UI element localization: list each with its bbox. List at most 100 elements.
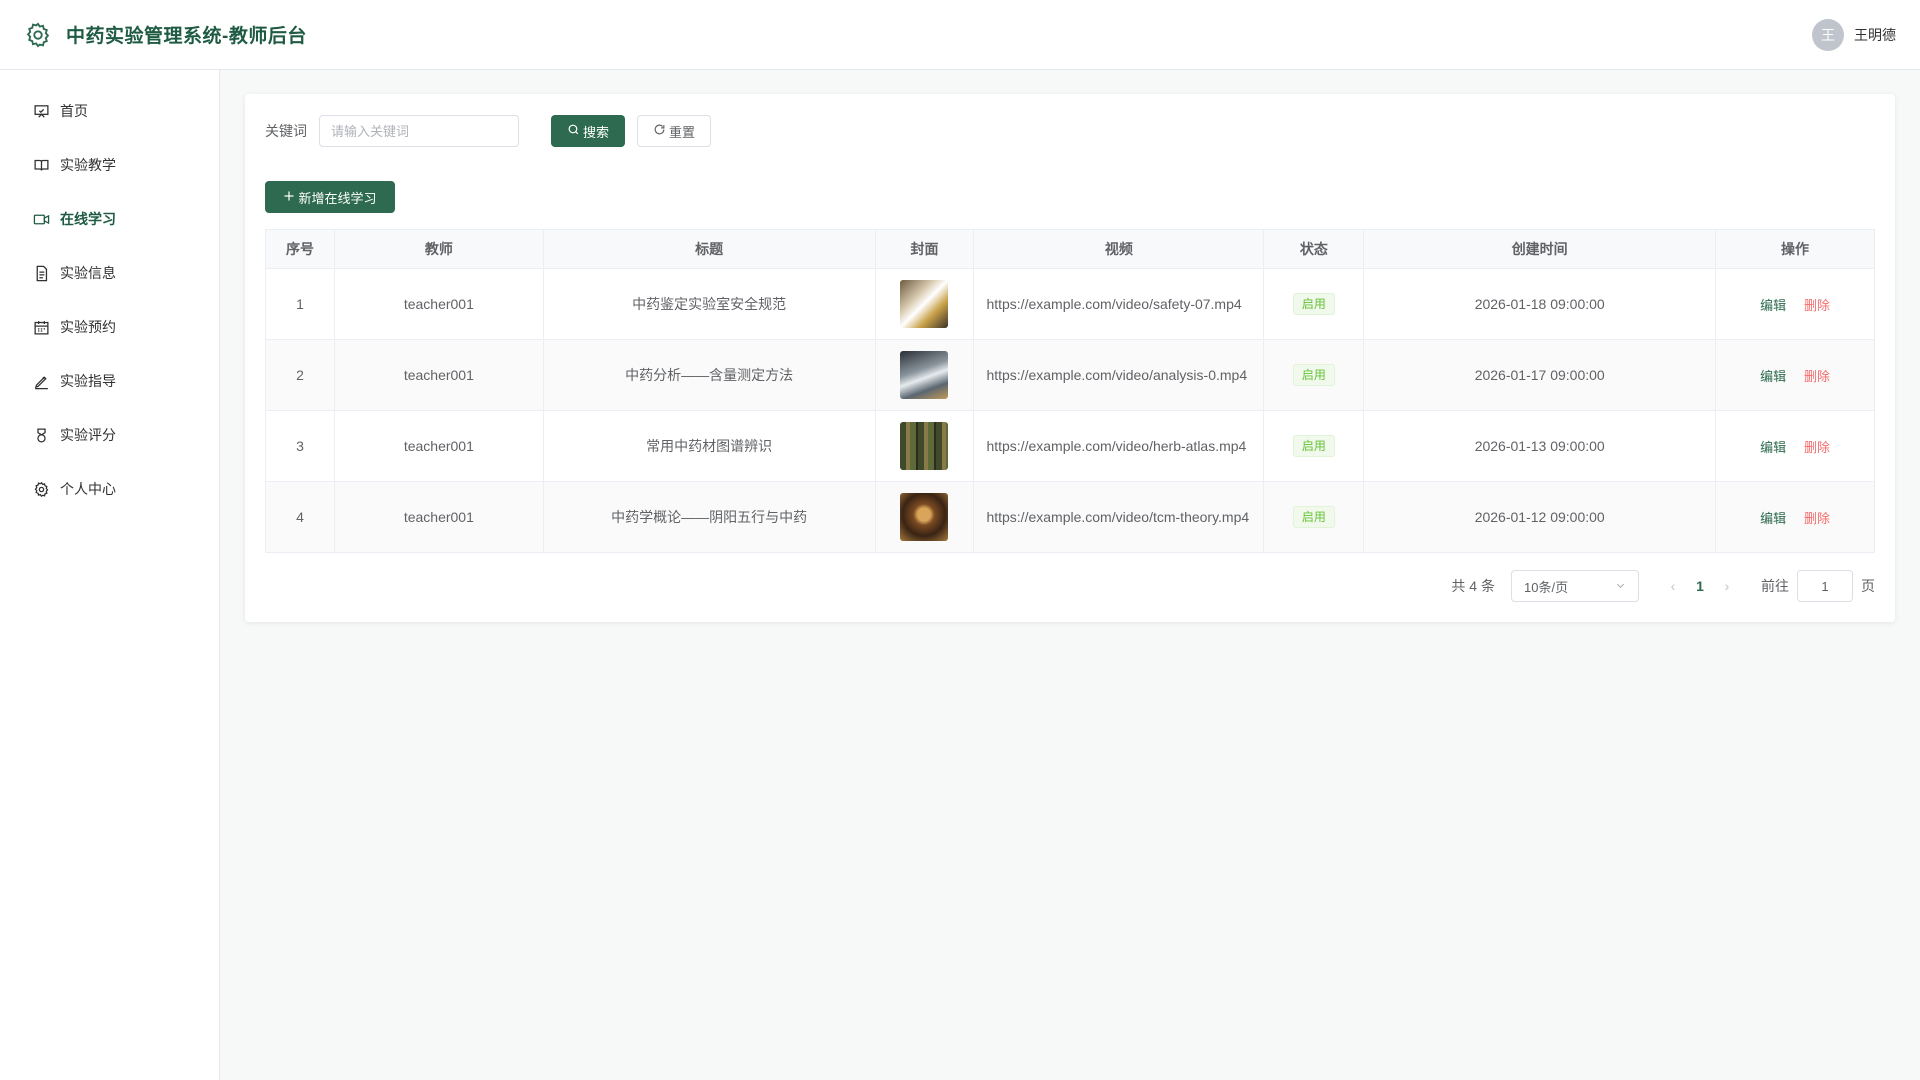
row-actions: 编辑 删除	[1715, 481, 1875, 553]
reset-button-label: 重置	[668, 124, 695, 140]
chevron-right-icon: ›	[1724, 578, 1730, 594]
sidebar-item-label: 实验预约	[60, 319, 116, 335]
row-teacher: teacher001	[333, 410, 544, 482]
cover-thumbnail[interactable]	[900, 422, 949, 470]
pagination-total: 共 4 条	[1451, 578, 1495, 594]
calendar-icon	[33, 319, 50, 336]
column-header: 序号	[265, 229, 335, 269]
row-cover-cell	[874, 339, 975, 411]
cover-thumbnail[interactable]	[900, 493, 949, 541]
page-number-current[interactable]: 1	[1683, 578, 1717, 594]
row-created-time: 2026-01-17 09:00:00	[1363, 339, 1717, 411]
row-title: 中药鉴定实验室安全规范	[542, 268, 876, 340]
goto-unit: 页	[1861, 578, 1875, 594]
prev-page-button[interactable]: ‹	[1663, 578, 1683, 594]
row-cover-cell	[874, 410, 975, 482]
delete-button[interactable]: 删除	[1804, 298, 1830, 313]
edit-button[interactable]: 编辑	[1760, 369, 1786, 384]
search-button[interactable]: 搜索	[551, 115, 625, 147]
row-status-cell: 启用	[1263, 481, 1365, 553]
status-badge: 启用	[1292, 364, 1335, 386]
search-bar: 关键词 搜索 重置	[265, 114, 1875, 148]
sidebar-item-label: 实验指导	[60, 373, 116, 389]
row-created-time: 2026-01-18 09:00:00	[1363, 268, 1717, 340]
row-title: 中药学概论——阴阳五行与中药	[542, 481, 876, 553]
edit-button[interactable]: 编辑	[1760, 511, 1786, 526]
row-title: 中药分析——含量测定方法	[542, 339, 876, 411]
row-status-cell: 启用	[1263, 410, 1365, 482]
cover-thumbnail[interactable]	[900, 280, 949, 328]
row-status-cell: 启用	[1263, 268, 1365, 340]
status-badge: 启用	[1292, 293, 1335, 315]
search-icon	[567, 123, 580, 139]
reset-button[interactable]: 重置	[637, 115, 711, 147]
status-badge: 启用	[1292, 435, 1335, 457]
row-actions: 编辑 删除	[1715, 410, 1875, 482]
row-video-url: https://example.com/video/herb-atlas.mp4	[973, 410, 1265, 482]
column-header: 封面	[874, 229, 975, 269]
plus-icon	[283, 190, 295, 205]
sidebar-item-label: 首页	[60, 103, 88, 119]
user-menu[interactable]: 王 王明德	[1812, 18, 1896, 51]
sidebar-item-label: 实验教学	[60, 157, 116, 173]
table-row: 3 teacher001 常用中药材图谱辨识 https://example.c…	[265, 410, 1875, 482]
sidebar-item-home[interactable]: 首页	[0, 84, 219, 138]
main-panel: 关键词 搜索 重置 新增在线学习 序号 教师	[245, 94, 1895, 622]
video-icon	[33, 211, 50, 228]
brand: 中药实验管理系统-教师后台	[24, 21, 307, 49]
sidebar-item-booking[interactable]: 实验预约	[0, 300, 219, 354]
gear-icon	[24, 21, 52, 49]
add-button-label: 新增在线学习	[298, 190, 377, 206]
search-button-label: 搜索	[582, 124, 609, 140]
keyword-label: 关键词	[265, 123, 307, 139]
row-status-cell: 启用	[1263, 339, 1365, 411]
delete-button[interactable]: 删除	[1804, 440, 1830, 455]
page-size-value: 10条/页	[1524, 579, 1569, 595]
column-header: 创建时间	[1363, 229, 1717, 269]
edit-button[interactable]: 编辑	[1760, 298, 1786, 313]
presentation-icon	[33, 103, 50, 120]
table-row: 2 teacher001 中药分析——含量测定方法 https://exampl…	[265, 339, 1875, 411]
row-teacher: teacher001	[333, 339, 544, 411]
sidebar-item-guidance[interactable]: 实验指导	[0, 354, 219, 408]
column-header: 视频	[973, 229, 1265, 269]
chevron-left-icon: ‹	[1670, 578, 1676, 594]
column-header: 状态	[1263, 229, 1365, 269]
table-row: 4 teacher001 中药学概论——阴阳五行与中药 https://exam…	[265, 481, 1875, 553]
sidebar-item-online-learning[interactable]: 在线学习	[0, 192, 219, 246]
row-index: 4	[265, 481, 335, 553]
goto-page-input[interactable]	[1797, 570, 1853, 602]
next-page-button[interactable]: ›	[1717, 578, 1737, 594]
row-cover-cell	[874, 268, 975, 340]
column-header: 教师	[333, 229, 544, 269]
avatar[interactable]: 王	[1812, 18, 1844, 51]
sidebar-item-scoring[interactable]: 实验评分	[0, 408, 219, 462]
row-teacher: teacher001	[333, 268, 544, 340]
sidebar-item-info[interactable]: 实验信息	[0, 246, 219, 300]
add-online-learning-button[interactable]: 新增在线学习	[265, 181, 395, 213]
page-size-select[interactable]: 10条/页	[1511, 570, 1639, 602]
sidebar-item-label: 个人中心	[60, 481, 116, 497]
sidebar-item-label: 在线学习	[60, 211, 116, 227]
row-index: 2	[265, 339, 335, 411]
sidebar-item-label: 实验信息	[60, 265, 116, 281]
chevron-down-icon	[1615, 579, 1626, 594]
row-index: 3	[265, 410, 335, 482]
status-badge: 启用	[1292, 506, 1335, 528]
cover-thumbnail[interactable]	[900, 351, 949, 399]
book-icon	[33, 157, 50, 174]
row-index: 1	[265, 268, 335, 340]
sidebar-item-teaching[interactable]: 实验教学	[0, 138, 219, 192]
delete-button[interactable]: 删除	[1804, 511, 1830, 526]
row-actions: 编辑 删除	[1715, 339, 1875, 411]
sidebar-item-profile[interactable]: 个人中心	[0, 462, 219, 516]
edit-button[interactable]: 编辑	[1760, 440, 1786, 455]
app-title: 中药实验管理系统-教师后台	[66, 26, 307, 47]
sidebar-item-label: 实验评分	[60, 427, 116, 443]
row-created-time: 2026-01-12 09:00:00	[1363, 481, 1717, 553]
online-learning-table: 序号 教师 标题 封面 视频 状态 创建时间 操作 1 teacher001 中…	[265, 229, 1875, 553]
user-name[interactable]: 王明德	[1854, 25, 1896, 45]
sidebar: 首页 实验教学 在线学习 实验信息 实验预约 实验指导 实验评分 个人中心	[0, 70, 220, 1080]
keyword-input[interactable]	[319, 115, 519, 147]
delete-button[interactable]: 删除	[1804, 369, 1830, 384]
